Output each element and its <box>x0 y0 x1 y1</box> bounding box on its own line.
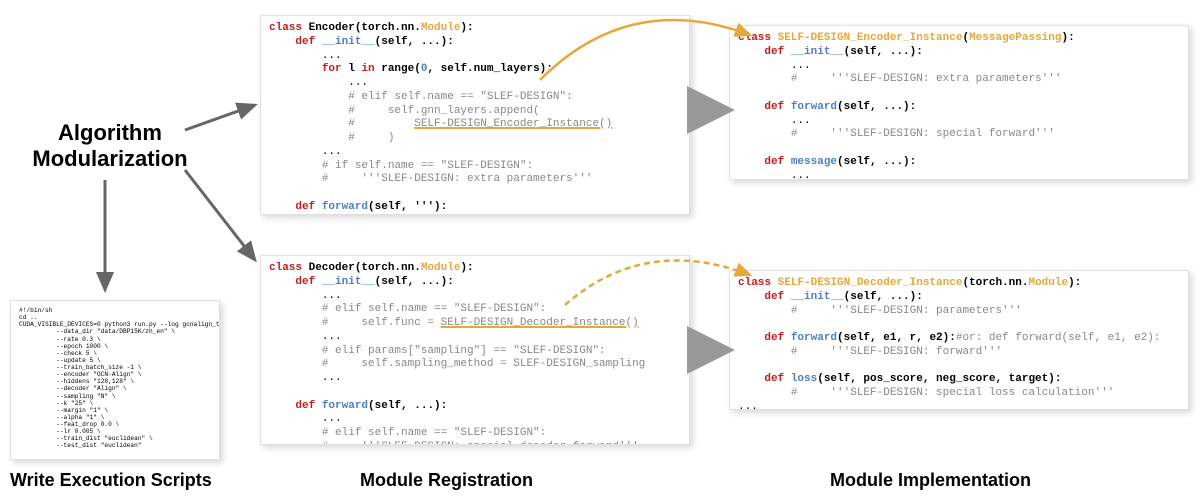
ellipsis: ... <box>791 170 811 181</box>
arrow-headline-to-scripts <box>90 180 120 300</box>
kw-in: in <box>361 63 381 75</box>
method-forward: forward <box>791 332 837 344</box>
class-name: SELF-DESIGN_Encoder_Instance <box>778 32 963 44</box>
args: (self, '''): <box>368 201 447 213</box>
loopvar: l <box>348 63 361 75</box>
class-name: Decoder <box>309 262 355 274</box>
inherit-label: (torch.nn. <box>355 22 421 34</box>
decoder-implementation-box: class SELF-DESIGN_Decoder_Instance(torch… <box>729 270 1189 410</box>
kw-class: class <box>269 22 309 34</box>
args: (self, ...): <box>368 400 447 412</box>
comment: # if self.name == "SLEF-DESIGN": <box>322 160 533 172</box>
method-init: __init__ <box>322 36 375 48</box>
kw-for: for <box>322 63 348 75</box>
arrow-encoder-to-impl <box>695 95 725 125</box>
arrow-decoder-to-impl <box>695 335 725 365</box>
ellipsis: ... <box>322 372 342 384</box>
kw-def: def <box>295 201 321 213</box>
args: (self, ...): <box>844 291 923 303</box>
ellipsis: ... <box>322 146 342 158</box>
kw-def: def <box>295 36 321 48</box>
comment: # self.sampling_method = SLEF-DESIGN_sam… <box>322 358 645 370</box>
kw-def: def <box>295 276 321 288</box>
comment: # elif self.name == "SLEF-DESIGN": <box>322 427 546 439</box>
paren-tail: ): <box>1068 277 1081 289</box>
inherit-label: (torch.nn. <box>962 277 1028 289</box>
comment: # elif self.name == "SLEF-DESIGN": <box>322 303 546 315</box>
args: (self, e1, r, e2): <box>837 332 956 344</box>
inherit-label: (torch.nn. <box>355 262 421 274</box>
comment: # <box>348 118 414 130</box>
kw-def: def <box>295 400 321 412</box>
class-name: SELF-DESIGN_Decoder_Instance <box>778 277 963 289</box>
encoder-implementation-box: class SELF-DESIGN_Encoder_Instance(Messa… <box>729 25 1189 180</box>
encoder-instance-ref: SELF-DESIGN_Encoder_Instance() <box>414 118 612 130</box>
kw-def: def <box>764 156 790 168</box>
label-write-scripts: Write Execution Scripts <box>10 470 212 491</box>
arrow-headline-to-decoder <box>180 165 260 265</box>
kw-def: def <box>764 332 790 344</box>
comment: # '''SLEF-DESIGN: special loss calculati… <box>791 387 1114 399</box>
method-forward: forward <box>791 101 837 113</box>
range: range( <box>381 63 421 75</box>
class-name: Encoder <box>309 22 355 34</box>
comment: # '''SLEF-DESIGN: forward''' <box>791 346 1002 358</box>
comment: # self.gnn_layers.append( <box>348 105 539 117</box>
kw-def: def <box>764 101 790 113</box>
ellipsis: ... <box>322 50 342 62</box>
kw-class: class <box>269 262 309 274</box>
args: (self, ...): <box>844 46 923 58</box>
args: (self, ...): <box>375 276 454 288</box>
comment: # self.func = <box>322 317 441 329</box>
ellipsis: ... <box>322 413 342 425</box>
ellipsis: ... <box>322 290 342 302</box>
method-init: __init__ <box>322 276 375 288</box>
args: (self, pos_score, neg_score, target): <box>817 373 1061 385</box>
kw-def: def <box>764 46 790 58</box>
method-forward: forward <box>322 400 368 412</box>
ellipsis: ... <box>791 60 811 72</box>
ellipsis: ... <box>348 77 368 89</box>
kw-def: def <box>764 373 790 385</box>
decoder-instance-ref: SELF-DESIGN_Decoder_Instance() <box>441 317 639 329</box>
comment-trail: #or: def forward(self, e1, e2): <box>956 332 1161 344</box>
comment: # '''SLEF-DESIGN: special decoder forwar… <box>322 441 639 445</box>
comment: # ) <box>348 132 394 144</box>
execution-script-box: #!/bin/sh cd .. CUDA_VISIBLE_DEVICES=0 p… <box>10 300 220 460</box>
paren-tail: ): <box>460 22 473 34</box>
method-forward: forward <box>322 201 368 213</box>
label-module-implementation: Module Implementation <box>830 470 1031 491</box>
range-rest: , self.num_layers): <box>427 63 552 75</box>
method-loss: loss <box>791 373 817 385</box>
ellipsis: ... <box>791 115 811 127</box>
decoder-registration-box: class Decoder(torch.nn.Module): def __in… <box>260 255 690 445</box>
method-init: __init__ <box>791 291 844 303</box>
ellipsis: ... <box>322 215 342 216</box>
comment: # elif self.name == "SLEF-DESIGN": <box>348 91 572 103</box>
comment: # '''SLEF-DESIGN: special forward''' <box>791 128 1055 140</box>
kw-class: class <box>738 32 778 44</box>
args: (self, ...): <box>375 36 454 48</box>
inherit-cls: Module <box>421 262 461 274</box>
ellipsis: ... <box>738 401 758 410</box>
encoder-registration-box: class Encoder(torch.nn.Module): def __in… <box>260 15 690 215</box>
comment: # '''SLEF-DESIGN: extra parameters''' <box>791 73 1062 85</box>
method-message: message <box>791 156 837 168</box>
args: (self, ...): <box>837 101 916 113</box>
args: (self, ...): <box>837 156 916 168</box>
method-init: __init__ <box>791 46 844 58</box>
inherit-cls: Module <box>1028 277 1068 289</box>
inherit-cls: Module <box>421 22 461 34</box>
comment: # '''SLEF-DESIGN: extra parameters''' <box>322 173 593 185</box>
comment: # '''SLEF-DESIGN: parameters''' <box>791 305 1022 317</box>
paren-tail: ): <box>460 262 473 274</box>
inherit-cls: MessagePassing <box>969 32 1061 44</box>
label-module-registration: Module Registration <box>360 470 533 491</box>
kw-class: class <box>738 277 778 289</box>
ellipsis: ... <box>322 331 342 343</box>
paren-tail: ): <box>1061 32 1074 44</box>
kw-def: def <box>764 291 790 303</box>
headline-main: Algorithm Modularization <box>0 120 220 173</box>
comment: # elif params["sampling"] == "SLEF-DESIG… <box>322 345 606 357</box>
